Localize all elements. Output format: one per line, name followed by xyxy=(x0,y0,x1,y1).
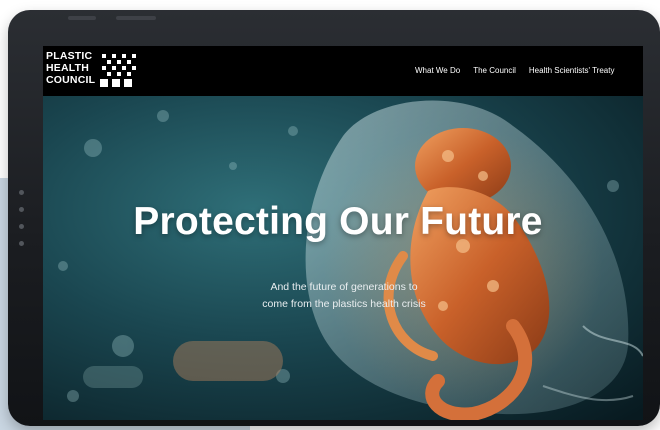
nav-what-we-do[interactable]: What We Do xyxy=(415,66,460,75)
main-navigation: What We Do The Council Health Scientists… xyxy=(415,66,627,75)
site-header: PLASTIC HEALTH COUNCIL What We Do The Co… xyxy=(43,46,643,96)
hero-section: Protecting Our Future And the future of … xyxy=(43,96,643,420)
hero-background-image xyxy=(43,96,643,420)
tablet-side-sensors xyxy=(19,190,25,258)
nav-health-scientists-treaty[interactable]: Health Scientists' Treaty xyxy=(529,66,615,75)
tablet-screen: PLASTIC HEALTH COUNCIL What We Do The Co… xyxy=(43,46,643,420)
logo-wordmark: PLASTIC HEALTH COUNCIL xyxy=(46,50,96,86)
hero-subtitle: And the future of generations to come fr… xyxy=(262,281,426,310)
logo-checker-icon xyxy=(100,54,136,87)
tablet-volume-button xyxy=(68,16,96,20)
hero-title: Protecting Our Future xyxy=(133,200,543,243)
nav-the-council[interactable]: The Council xyxy=(473,66,516,75)
site-logo[interactable]: PLASTIC HEALTH COUNCIL xyxy=(46,50,136,92)
tablet-device-frame: PLASTIC HEALTH COUNCIL What We Do The Co… xyxy=(8,10,660,426)
tablet-power-button xyxy=(116,16,156,20)
